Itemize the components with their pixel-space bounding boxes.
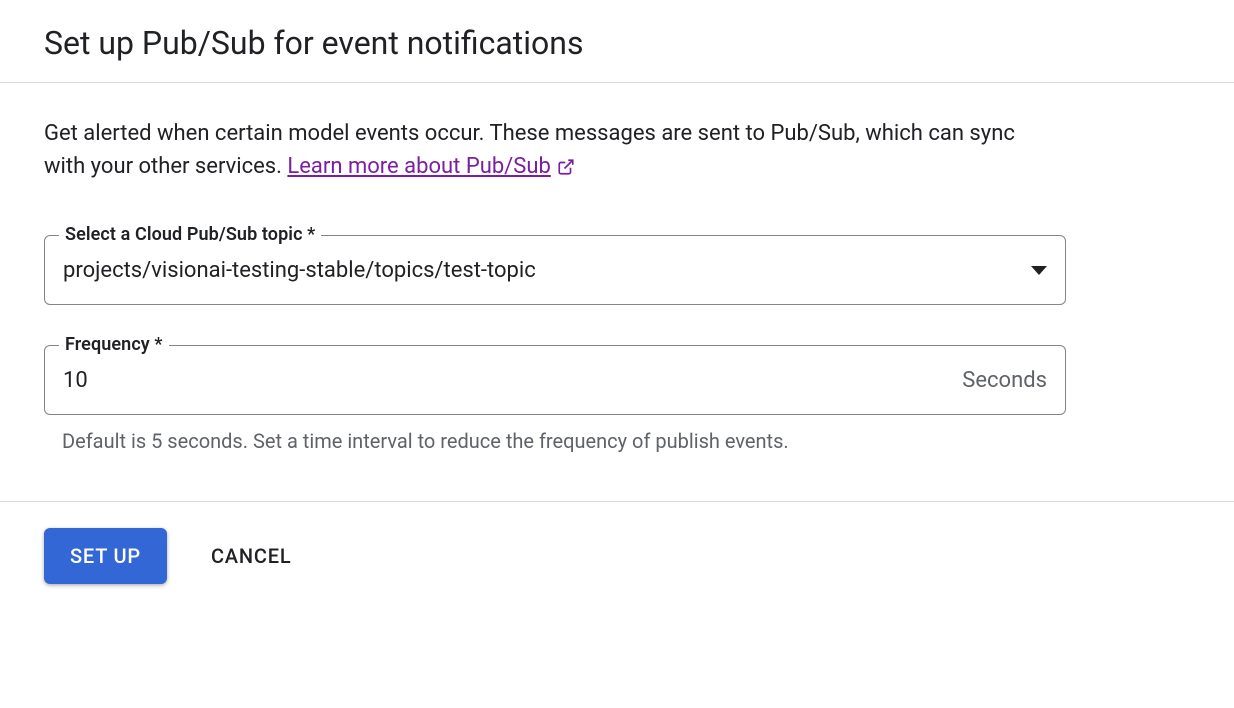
dialog-title: Set up Pub/Sub for event notifications <box>44 24 1190 62</box>
dialog-footer: Set up Cancel <box>0 501 1234 608</box>
dropdown-arrow-icon <box>1031 266 1047 275</box>
pubsub-setup-dialog: Set up Pub/Sub for event notifications G… <box>0 0 1234 608</box>
cancel-button[interactable]: Cancel <box>199 528 303 584</box>
frequency-field: Frequency * Seconds Default is 5 seconds… <box>44 345 1066 453</box>
learn-more-link[interactable]: Learn more about Pub/Sub <box>287 150 574 183</box>
frequency-input[interactable] <box>63 368 950 393</box>
topic-value: projects/visionai-testing-stable/topics/… <box>63 258 1019 283</box>
dialog-header: Set up Pub/Sub for event notifications <box>0 0 1234 82</box>
topic-field: Select a Cloud Pub/Sub topic * projects/… <box>44 235 1066 305</box>
dialog-description: Get alerted when certain model events oc… <box>44 117 1024 183</box>
topic-select[interactable]: Select a Cloud Pub/Sub topic * projects/… <box>44 235 1066 305</box>
dialog-body: Get alerted when certain model events oc… <box>0 83 1234 501</box>
frequency-suffix: Seconds <box>962 368 1047 393</box>
set-up-button[interactable]: Set up <box>44 528 167 584</box>
learn-more-text: Learn more about Pub/Sub <box>287 150 550 183</box>
frequency-input-wrapper: Frequency * Seconds <box>44 345 1066 415</box>
frequency-helper: Default is 5 seconds. Set a time interva… <box>44 429 1066 453</box>
open-in-new-icon <box>557 158 575 176</box>
topic-label: Select a Cloud Pub/Sub topic * <box>59 224 321 245</box>
frequency-label: Frequency * <box>59 334 169 355</box>
